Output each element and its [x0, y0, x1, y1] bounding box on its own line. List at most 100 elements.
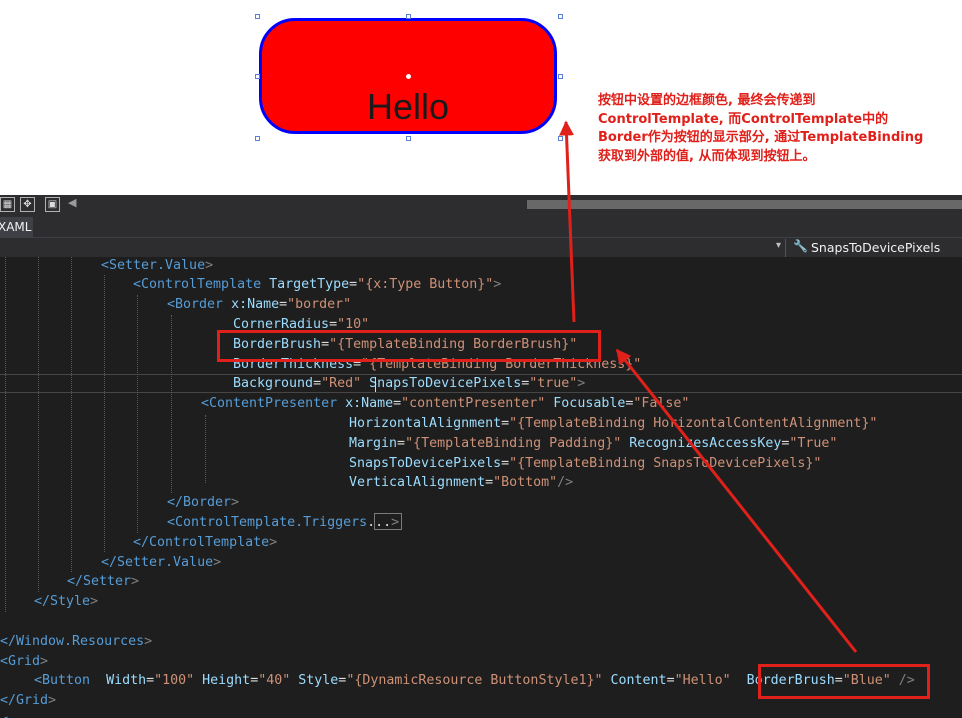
highlight-box-button-border-brush: [758, 664, 930, 699]
resize-handle-bottom[interactable]: [406, 136, 411, 141]
indent-guide: [38, 257, 39, 592]
code-token: TargetType: [269, 277, 350, 293]
code-token: </Style: [34, 594, 91, 610]
resize-handle-left[interactable]: [255, 74, 260, 79]
code-token: >: [144, 633, 153, 649]
annotation-line: Border作为按钮的显示部分, 通过TemplateBinding: [598, 130, 924, 145]
code-token: >: [90, 594, 99, 610]
xaml-code-editor[interactable]: <Setter.Value > <ControlTemplate TargetTyp…: [0, 257, 962, 718]
code-token: =: [485, 475, 494, 491]
code-token: =: [313, 376, 322, 392]
code-token: "{TemplateBinding SnapsToDevicePixels}": [509, 455, 822, 471]
code-line: <Border x:Name="border": [167, 295, 351, 315]
code-token: </Window.Resources: [0, 633, 145, 649]
code-line: </Window.Resources>: [0, 632, 152, 652]
code-token: VerticalAlignment: [349, 475, 486, 491]
code-line: </Style>: [34, 592, 98, 612]
code-token: Height: [202, 673, 251, 689]
code-line: </Border>: [167, 493, 239, 513]
scroll-left-icon[interactable]: ◀: [68, 196, 76, 209]
code-token: "True": [789, 435, 838, 451]
code-token: =: [146, 673, 155, 689]
code-token: Content: [610, 673, 667, 689]
code-token: >: [269, 534, 278, 550]
code-line: SnapsToDevicePixels="{TemplateBinding Sn…: [349, 454, 821, 474]
horizontal-scrollbar[interactable]: [527, 200, 962, 209]
indent-guide: [171, 315, 172, 493]
code-token: />: [557, 475, 574, 491]
snap-icon[interactable]: ✥: [20, 197, 35, 212]
code-line: <ContentPresenter x:Name="contentPresent…: [201, 394, 689, 414]
chevron-down-icon[interactable]: ▾: [776, 240, 781, 251]
code-token: x:Name: [231, 297, 280, 313]
highlight-box-border-brush-binding: [217, 330, 601, 362]
code-line: Margin="{TemplateBinding Padding}" Recog…: [349, 434, 837, 454]
code-token: >: [213, 554, 222, 570]
indent-guide: [71, 257, 72, 572]
resize-handle-right[interactable]: [558, 74, 563, 79]
code-token: <ControlTemplate.Triggers: [167, 514, 368, 530]
code-token: Margin: [349, 435, 398, 451]
code-token: </ControlTemplate: [133, 534, 270, 550]
code-token: "{TemplateBinding Padding}": [405, 435, 622, 451]
code-token: >: [577, 376, 586, 392]
code-token: >: [48, 693, 57, 709]
designer-toolbar: ▦ ✥ ▣ ◀: [0, 195, 962, 215]
collapsed-region-marker[interactable]: [374, 513, 402, 530]
code-token: <ContentPresenter: [201, 396, 338, 412]
code-token: </Setter: [67, 574, 132, 590]
code-token: "Bottom": [493, 475, 558, 491]
code-line: </Setter>: [67, 572, 139, 592]
indent-guide: [104, 275, 105, 552]
code-token: "Red": [321, 376, 362, 392]
code-line: </ControlTemplate>: [133, 533, 277, 553]
code-line: <ControlTemplate.Triggers...>: [167, 513, 399, 533]
code-token: <Setter.Value: [101, 257, 206, 273]
code-token: <ControlTemplate: [133, 277, 262, 293]
code-token: "Hello": [674, 673, 731, 689]
code-token: </Setter.Value: [101, 554, 214, 570]
grid-icon[interactable]: ▦: [0, 197, 15, 212]
code-token: HorizontalAlignment: [349, 415, 502, 431]
resize-handle-bottom-left[interactable]: [255, 136, 260, 141]
resize-handle-top-right[interactable]: [558, 14, 563, 19]
resize-handle-top-left[interactable]: [255, 14, 260, 19]
code-token: <Border: [167, 297, 224, 313]
code-token: <Grid: [0, 653, 41, 669]
resize-handle-top[interactable]: [406, 14, 411, 19]
design-surface[interactable]: Hello 按钮中设置的边框颜色, 最终会传递到 ControlTemplate…: [0, 0, 962, 195]
code-line: <: [0, 711, 8, 718]
wrench-icon: 🔧: [793, 239, 808, 253]
resize-handle-bottom-right[interactable]: [558, 136, 563, 141]
annotation-line: 获取到外部的值, 从而体现到按钮上。: [598, 148, 816, 164]
code-token: =: [397, 435, 406, 451]
code-token: x:Name: [345, 396, 394, 412]
code-token: "{TemplateBinding HorizontalContentAlign…: [509, 415, 878, 431]
annotation-note: 按钮中设置的边框颜色, 最终会传递到 ControlTemplate, 而Con…: [598, 92, 958, 166]
view-tab-bar: XAML: [0, 215, 962, 237]
code-token: "{x:Type Button}": [357, 277, 494, 293]
code-token: <: [0, 713, 8, 718]
code-token: Style: [298, 673, 339, 689]
tab-xaml[interactable]: XAML: [0, 217, 33, 237]
code-token: >: [231, 495, 240, 511]
code-token: =: [501, 455, 510, 471]
code-token: Background: [233, 376, 314, 392]
navbar-divider: [785, 239, 786, 257]
member-navigation-bar: ▾ 🔧 SnapsToDevicePixels: [0, 237, 962, 258]
code-line: <Grid>: [0, 652, 48, 672]
code-token: Width: [106, 673, 147, 689]
code-token: "border": [287, 297, 352, 313]
member-dropdown[interactable]: SnapsToDevicePixels: [811, 240, 940, 255]
code-token: </Border: [167, 495, 232, 511]
artboard-icon[interactable]: ▣: [45, 197, 60, 212]
code-token: "False": [633, 396, 690, 412]
indent-guide: [5, 257, 6, 612]
code-token: SnapsToDevicePixels: [349, 455, 502, 471]
